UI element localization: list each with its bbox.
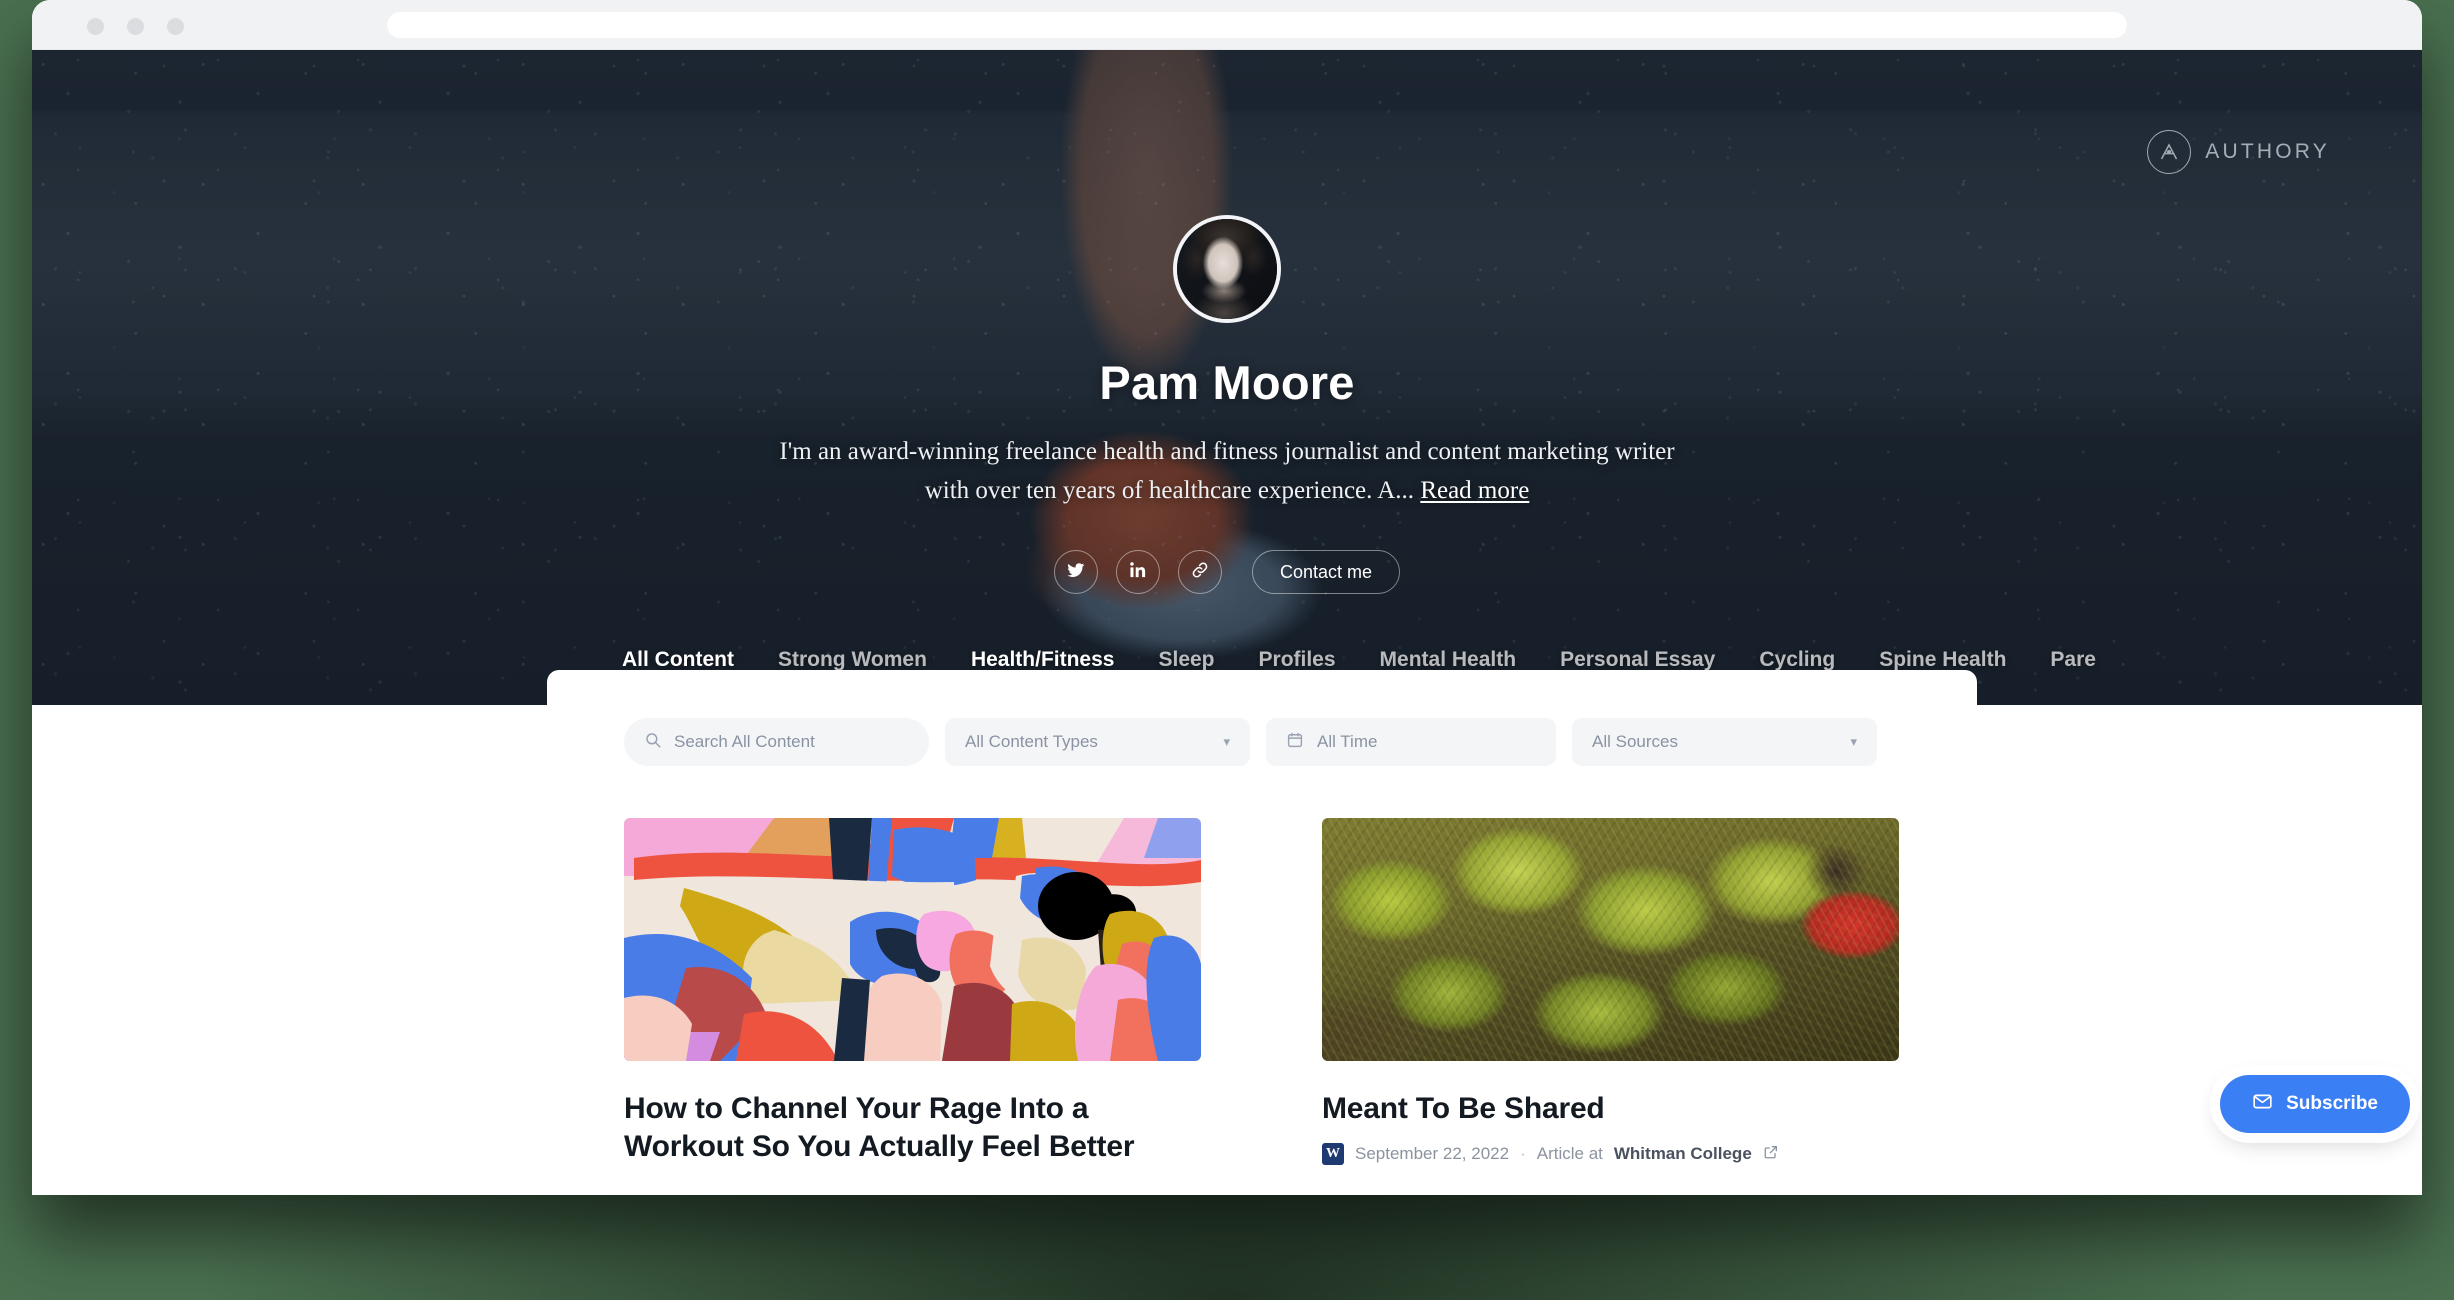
contact-me-button[interactable]: Contact me [1251, 550, 1401, 594]
card-thumbnail [1322, 818, 1899, 1061]
tab-parenting[interactable]: Pare [2028, 648, 2118, 694]
card-photo-texture [1322, 818, 1899, 1061]
content-card[interactable]: How to Channel Your Rage Into a Workout … [624, 818, 1201, 1166]
profile-hero: AUTHORY Pam Moore I'm an award-winning f… [32, 50, 2422, 705]
twitter-icon [1066, 560, 1086, 585]
card-illustration [624, 818, 1201, 1061]
search-icon [644, 731, 662, 754]
content-card[interactable]: Meant To Be Shared W September 22, 2022 … [1322, 818, 1899, 1166]
link-icon [1190, 560, 1210, 585]
search-input[interactable]: Search All Content [624, 718, 929, 766]
source-favicon: W [1322, 1143, 1344, 1165]
card-source: Whitman College [1613, 1144, 1752, 1163]
source-select[interactable]: All Sources ▾ [1572, 718, 1877, 766]
card-metadata: W September 22, 2022 · Article at Whitma… [1322, 1143, 1899, 1165]
address-bar[interactable] [387, 12, 2127, 38]
authory-wordmark: AUTHORY [2205, 140, 2330, 163]
external-link-icon[interactable] [1763, 1144, 1779, 1165]
content-panel: Search All Content All Content Types ▾ A… [547, 670, 1977, 1195]
source-label: All Sources [1592, 732, 1678, 751]
card-title: Meant To Be Shared [1322, 1092, 1605, 1125]
card-title: How to Channel Your Rage Into a Workout … [624, 1092, 1135, 1163]
search-input-placeholder: Search All Content [674, 732, 815, 751]
social-links: Contact me [1053, 550, 1401, 594]
chevron-down-icon: ▾ [1223, 734, 1230, 749]
card-thumbnail [624, 818, 1201, 1061]
card-type: Article at [1536, 1144, 1603, 1163]
card-date: September 22, 2022 [1355, 1144, 1510, 1163]
browser-chrome [32, 0, 2422, 50]
avatar-image [1177, 219, 1277, 319]
time-range-label: All Time [1317, 732, 1378, 751]
window-close-button[interactable] [87, 18, 104, 35]
authory-logo[interactable]: AUTHORY [2147, 130, 2330, 174]
meta-separator: · [1520, 1144, 1526, 1163]
linkedin-link[interactable] [1115, 550, 1160, 594]
browser-window: AUTHORY Pam Moore I'm an award-winning f… [32, 0, 2422, 1195]
profile-bio-text: I'm an award-winning freelance health an… [779, 438, 1675, 504]
envelope-icon [2252, 1091, 2273, 1118]
content-type-select[interactable]: All Content Types ▾ [945, 718, 1250, 766]
website-link[interactable] [1177, 550, 1222, 594]
linkedin-icon [1129, 561, 1147, 584]
time-range-select[interactable]: All Time [1266, 718, 1556, 766]
filter-bar: Search All Content All Content Types ▾ A… [624, 718, 1877, 766]
twitter-link[interactable] [1053, 550, 1098, 594]
read-more-link[interactable]: Read more [1420, 477, 1529, 504]
window-maximize-button[interactable] [167, 18, 184, 35]
calendar-icon [1286, 731, 1304, 754]
avatar [1173, 215, 1281, 323]
subscribe-label: Subscribe [2286, 1093, 2378, 1114]
window-minimize-button[interactable] [127, 18, 144, 35]
authory-logo-icon [2147, 130, 2192, 174]
page-title: Pam Moore [1099, 356, 1355, 409]
content-type-label: All Content Types [965, 732, 1098, 751]
profile-bio: I'm an award-winning freelance health an… [772, 432, 1682, 510]
content-grid: How to Channel Your Rage Into a Workout … [624, 818, 1899, 1166]
chevron-down-icon: ▾ [1850, 734, 1857, 749]
subscribe-button[interactable]: Subscribe [2220, 1075, 2410, 1133]
